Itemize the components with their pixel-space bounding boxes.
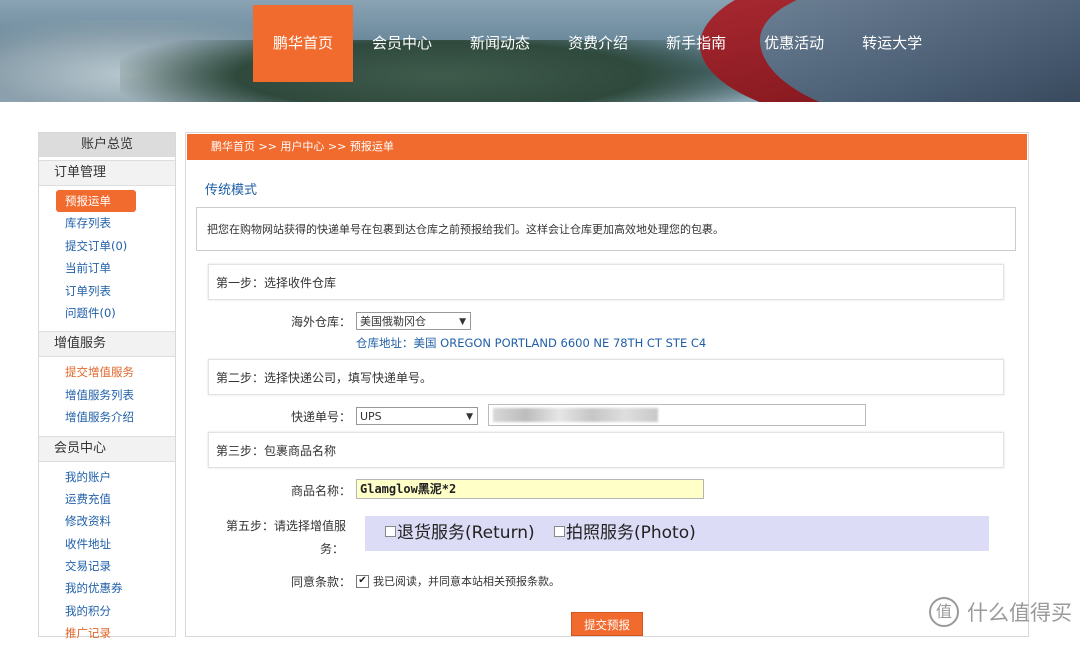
sidebar-item-edit-profile[interactable]: 修改资料 [39, 510, 175, 532]
sidebar-list-value-added: 提交增值服务 增值服务列表 增值服务介绍 [39, 357, 175, 432]
header-banner: 鹏华首页 会员中心 新闻动态 资费介绍 新手指南 优惠活动 转运大学 [0, 0, 1080, 102]
tracking-number-input[interactable] [488, 404, 866, 426]
sidebar-item-addresses[interactable]: 收件地址 [39, 533, 175, 555]
main-panel: 鹏华首页 >> 用户中心 >> 预报运单 传统模式 把您在购物网站获得的快递单号… [185, 132, 1029, 637]
sidebar-item-inventory-list[interactable]: 库存列表 [39, 212, 175, 234]
carrier-select[interactable]: UPS ▼ [356, 407, 478, 425]
notice-box: 把您在购物网站获得的快递单号在包裹到达仓库之前预报给我们。这样会让仓库更加高效地… [196, 207, 1016, 251]
watermark: 值 什么值得买 [929, 597, 1072, 627]
step5-label-line1: 第五步：请选择增值服 [225, 519, 346, 533]
warehouse-select-value: 美国俄勒冈仓 [360, 315, 426, 328]
sidebar-item-transactions[interactable]: 交易记录 [39, 555, 175, 577]
sidebar-item-points[interactable]: 我的积分 [39, 600, 175, 622]
sidebar-item-submit-order[interactable]: 提交订单(0) [39, 235, 175, 257]
vas-option-photo[interactable]: 拍照服务(Photo) [554, 516, 696, 551]
nav-item-promotions[interactable]: 优惠活动 [745, 5, 843, 82]
sidebar-item-vas-intro[interactable]: 增值服务介绍 [39, 406, 175, 428]
vas-return-label: 退货服务(Return) [397, 523, 535, 543]
breadcrumb: 鹏华首页 >> 用户中心 >> 预报运单 [187, 134, 1027, 160]
nav-item-news[interactable]: 新闻动态 [451, 5, 549, 82]
submit-forecast-button[interactable]: 提交预报 [571, 612, 643, 636]
nav-item-pricing[interactable]: 资费介绍 [549, 5, 647, 82]
agree-text: 我已阅读，并同意本站相关预报条款。 [373, 575, 560, 588]
mode-title: 传统模式 [205, 183, 258, 198]
nav-item-home[interactable]: 鹏华首页 [253, 5, 354, 82]
step5-label-line2: 务： [319, 542, 344, 556]
sidebar: 账户总览 订单管理 预报运单 库存列表 提交订单(0) 当前订单 订单列表 问题… [38, 132, 176, 640]
sidebar-section-value-added: 增值服务 [39, 331, 175, 358]
sidebar-item-my-account[interactable]: 我的账户 [39, 466, 175, 488]
sidebar-item-current-orders[interactable]: 当前订单 [39, 257, 175, 279]
top-nav: 鹏华首页 会员中心 新闻动态 资费介绍 新手指南 优惠活动 转运大学 [253, 5, 941, 82]
nav-item-forwarding-university[interactable]: 转运大学 [843, 5, 941, 82]
nav-item-member-center[interactable]: 会员中心 [353, 5, 451, 82]
tracking-label: 快递单号： [290, 410, 351, 424]
product-name-input[interactable]: Glamglow黑泥*2 [356, 479, 704, 499]
chevron-down-icon: ▼ [459, 317, 466, 327]
step5-label: 第五步：请选择增值服 务： [206, 515, 346, 561]
step1-header: 第一步：选择收件仓库 [208, 264, 1004, 300]
watermark-logo-icon: 值 [929, 597, 959, 627]
redacted-tracking-number [493, 408, 658, 422]
nav-item-beginner-guide[interactable]: 新手指南 [647, 5, 745, 82]
step3-header: 第三步：包裹商品名称 [208, 432, 1004, 468]
warehouse-select[interactable]: 美国俄勒冈仓 ▼ [356, 312, 471, 330]
sidebar-item-referrals[interactable]: 推广记录 [39, 622, 175, 644]
sidebar-list-orders: 预报运单 库存列表 提交订单(0) 当前订单 订单列表 问题件(0) [39, 186, 175, 328]
sidebar-list-member: 我的账户 运费充值 修改资料 收件地址 交易记录 我的优惠券 我的积分 推广记录 [39, 462, 175, 649]
chevron-down-icon: ▼ [466, 412, 473, 422]
return-checkbox[interactable] [385, 526, 396, 537]
value-added-services-box: 退货服务(Return) 拍照服务(Photo) [365, 516, 989, 551]
sidebar-item-recharge[interactable]: 运费充值 [39, 488, 175, 510]
sidebar-section-member: 会员中心 [39, 435, 175, 462]
sidebar-item-forecast-waybill[interactable]: 预报运单 [56, 190, 136, 213]
sidebar-item-submit-vas[interactable]: 提交增值服务 [39, 361, 175, 383]
sidebar-item-problem-items[interactable]: 问题件(0) [39, 302, 175, 324]
photo-checkbox[interactable] [554, 526, 565, 537]
sidebar-item-coupons[interactable]: 我的优惠券 [39, 577, 175, 599]
agree-label: 同意条款： [290, 575, 351, 589]
sidebar-section-orders: 订单管理 [39, 160, 175, 186]
product-name-label: 商品名称： [290, 484, 351, 498]
sidebar-title: 账户总览 [39, 133, 175, 157]
step2-header: 第二步：选择快递公司，填写快递单号。 [208, 359, 1004, 395]
sidebar-item-order-list[interactable]: 订单列表 [39, 280, 175, 302]
agree-checkbox[interactable]: ✔ [356, 574, 369, 588]
watermark-text: 什么值得买 [967, 601, 1072, 625]
warehouse-label: 海外仓库： [290, 315, 351, 329]
vas-photo-label: 拍照服务(Photo) [566, 523, 696, 543]
agree-row: ✔ 我已阅读，并同意本站相关预报条款。 [356, 573, 560, 589]
warehouse-address: 仓库地址：美国 OREGON PORTLAND 6600 NE 78TH CT … [356, 336, 707, 350]
vas-option-return[interactable]: 退货服务(Return) [385, 516, 535, 551]
sidebar-item-vas-list[interactable]: 增值服务列表 [39, 384, 175, 406]
carrier-select-value: UPS [360, 410, 382, 423]
